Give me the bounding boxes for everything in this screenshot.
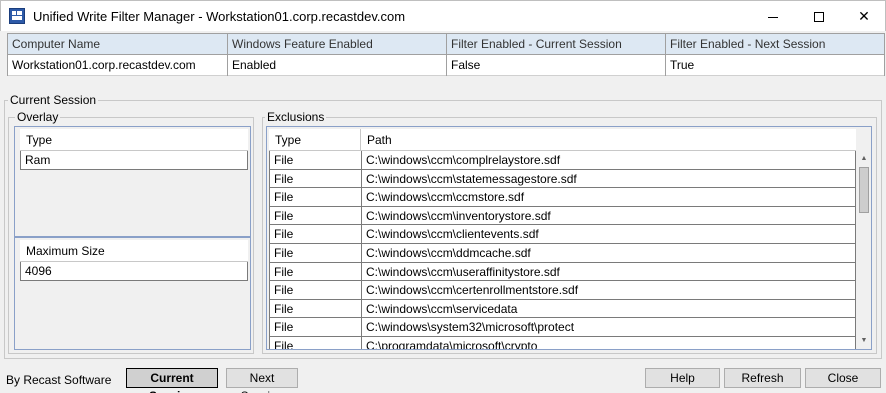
maximize-icon [814,12,824,23]
exclusion-type: File [270,336,362,349]
max-size-header: Maximum Size [20,240,248,262]
app-icon [9,8,25,24]
close-button[interactable]: Close [805,368,881,388]
exclusion-path: C:\windows\ccm\servicedata [362,299,856,318]
column-header-computer-name[interactable]: Computer Name [8,34,228,55]
minimize-icon [768,16,778,18]
help-button[interactable]: Help [645,368,720,388]
cell-computer-name[interactable]: Workstation01.corp.recastdev.com [8,55,228,76]
current-session-button[interactable]: Current Session [126,368,218,393]
column-header-type[interactable]: Type [269,129,361,151]
maximize-button[interactable] [796,1,842,31]
title-bar: Unified Write Filter Manager - Workstati… [0,0,886,31]
overlay-label: Overlay [15,110,61,124]
table-row[interactable]: File C:\windows\ccm\statemessagestore.sdf [269,169,856,189]
window-title: Unified Write Filter Manager - Workstati… [33,9,406,24]
cell-windows-feature-enabled[interactable]: Enabled [228,55,447,76]
table-row[interactable]: File C:\programdata\microsoft\crypto [269,336,856,349]
table-row[interactable]: File C:\windows\ccm\inventorystore.sdf [269,206,856,226]
close-window-button[interactable]: ✕ [841,1,886,31]
table-row[interactable]: File C:\windows\system32\microsoft\protec… [269,318,856,337]
exclusion-path: C:\windows\ccm\statemessagestore.sdf [362,169,856,188]
table-row[interactable]: File C:\windows\ccm\ddmcache.sdf [269,243,856,263]
column-header-path[interactable]: Path [361,129,856,151]
exclusion-type: File [270,206,362,225]
exclusions-scrollbar[interactable]: ▲ ▼ [857,151,871,349]
computer-summary-grid[interactable]: Computer Name Windows Feature Enabled Fi… [7,33,885,76]
exclusion-type: File [270,243,362,262]
exclusion-type: File [270,225,362,244]
max-size-value[interactable]: 4096 [20,262,248,281]
table-row[interactable]: File C:\windows\ccm\useraffinitystore.sdf [269,262,856,282]
close-icon: ✕ [858,8,870,24]
scrollbar-thumb[interactable] [859,167,869,213]
cell-filter-current-session[interactable]: False [447,55,666,76]
table-row[interactable]: File C:\windows\ccm\clientevents.sdf [269,225,856,244]
exclusion-type: File [270,188,362,207]
overlay-max-size-grid[interactable]: Maximum Size 4096 [14,237,251,350]
exclusion-path: C:\windows\ccm\complrelaystore.sdf [362,151,856,169]
exclusion-path: C:\windows\ccm\useraffinitystore.sdf [362,262,856,281]
exclusion-type: File [270,169,362,188]
exclusions-label: Exclusions [265,110,327,124]
table-row[interactable]: File C:\windows\ccm\servicedata [269,299,856,319]
scroll-down-icon[interactable]: ▼ [857,334,871,348]
minimize-button[interactable] [750,1,796,31]
exclusion-path: C:\windows\ccm\certenrollmentstore.sdf [362,281,856,300]
exclusions-grid[interactable]: Type Path File C:\windows\ccm\complrelays… [266,126,872,350]
scroll-up-icon[interactable]: ▲ [857,152,871,166]
exclusion-path: C:\windows\ccm\ddmcache.sdf [362,243,856,262]
column-header-filter-current-session[interactable]: Filter Enabled - Current Session [447,34,666,55]
column-header-windows-feature-enabled[interactable]: Windows Feature Enabled [228,34,447,55]
exclusion-path: C:\windows\ccm\clientevents.sdf [362,225,856,244]
table-row[interactable]: File C:\windows\ccm\complrelaystore.sdf [269,151,856,170]
exclusion-path: C:\windows\ccm\ccmstore.sdf [362,188,856,207]
table-row[interactable]: File C:\windows\ccm\ccmstore.sdf [269,188,856,207]
overlay-type-header: Type [20,129,248,151]
exclusion-type: File [270,318,362,337]
exclusion-type: File [270,299,362,318]
cell-filter-next-session[interactable]: True [666,55,884,76]
summary-header-row: Computer Name Windows Feature Enabled Fi… [8,34,884,55]
exclusion-path: C:\windows\ccm\inventorystore.sdf [362,206,856,225]
overlay-type-value[interactable]: Ram [20,151,248,170]
current-session-label: Current Session [8,93,99,107]
refresh-button[interactable]: Refresh [724,368,801,388]
exclusion-type: File [270,281,362,300]
exclusions-header-row: Type Path [269,129,856,151]
exclusions-rows: File C:\windows\ccm\complrelaystore.sdf F… [269,151,856,349]
table-row[interactable]: File C:\windows\ccm\certenrollmentstore.s… [269,281,856,300]
overlay-type-grid[interactable]: Type Ram [14,126,251,237]
exclusion-type: File [270,151,362,169]
brand-text: By Recast Software [6,373,112,387]
exclusion-path: C:\programdata\microsoft\crypto [362,336,856,349]
column-header-filter-next-session[interactable]: Filter Enabled - Next Session [666,34,884,55]
exclusion-path: C:\windows\system32\microsoft\protect [362,318,856,337]
exclusion-type: File [270,262,362,281]
table-row[interactable]: Workstation01.corp.recastdev.com Enabled… [8,55,884,76]
next-session-button[interactable]: Next Session [226,368,298,393]
